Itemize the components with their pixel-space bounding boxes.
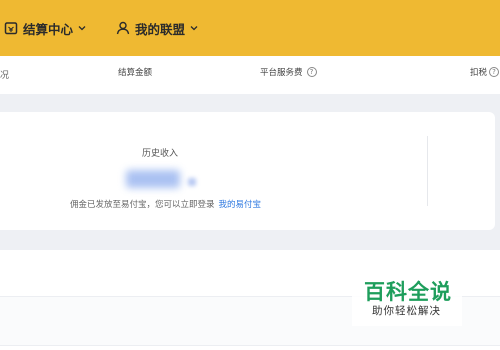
watermark-title: 百科全说: [364, 280, 452, 304]
column-platform-fee: 平台服务费 ?: [260, 66, 317, 78]
breadcrumb: 况: [0, 71, 10, 81]
income-card: 历史收入 佣金已发放至易付宝，您可以立即登录 我的易付宝: [0, 112, 495, 230]
watermark-subtitle: 助你轻松解决: [372, 305, 441, 317]
wallet-icon: [4, 22, 18, 35]
payout-note: 佣金已发放至易付宝，您可以立即登录 我的易付宝: [70, 198, 261, 210]
help-icon[interactable]: ?: [306, 67, 317, 77]
chevron-down-icon: [190, 26, 198, 31]
payout-note-text: 佣金已发放至易付宝，您可以立即登录: [70, 200, 215, 210]
blurred-amount-decimal: [188, 178, 196, 186]
column-tax-label: 扣税: [470, 68, 488, 78]
column-tax: 扣税 ?: [470, 66, 500, 78]
column-settlement-amount: 结算金额: [118, 68, 153, 78]
sub-header: 况: [0, 56, 500, 94]
blurred-amount: [126, 170, 180, 188]
my-yifubao-link[interactable]: 我的易付宝: [219, 200, 262, 210]
card-divider: [427, 136, 428, 206]
user-icon: [116, 21, 130, 35]
history-income-title: 历史收入: [141, 149, 178, 159]
nav-settlement-center[interactable]: 结算中心: [4, 18, 86, 38]
help-icon[interactable]: ?: [489, 67, 500, 77]
chevron-down-icon: [78, 26, 86, 31]
column-platform-fee-label: 平台服务费: [260, 68, 303, 78]
nav-settlement-label: 结算中心: [23, 21, 74, 37]
nav-league-label: 我的联盟: [135, 21, 186, 37]
nav-my-league[interactable]: 我的联盟: [116, 18, 198, 38]
